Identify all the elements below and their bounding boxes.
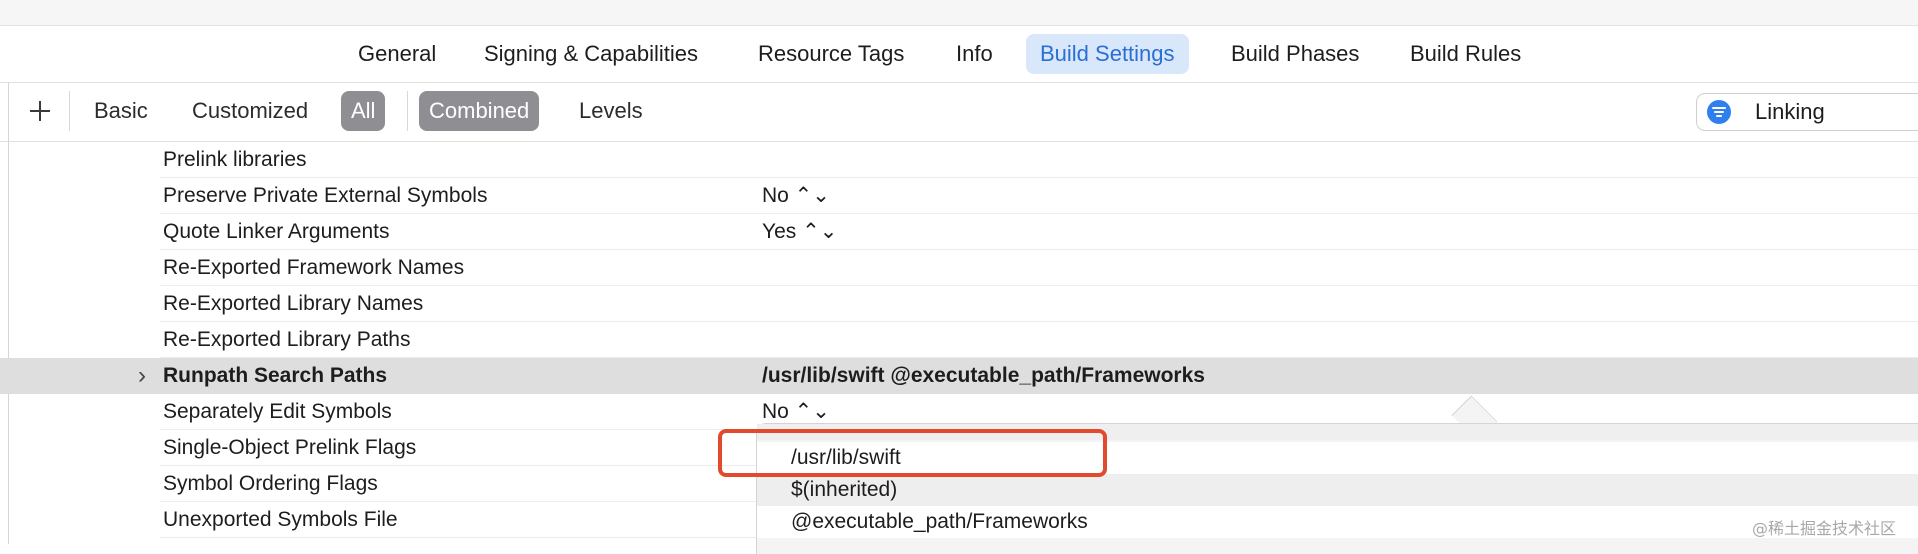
setting-name: Re-Exported Library Names — [163, 292, 424, 315]
path-value: $(inherited) — [791, 478, 898, 501]
divider — [69, 91, 70, 131]
tab-build-rules[interactable]: Build Rules — [1396, 34, 1535, 74]
search-filter-field[interactable]: Linking — [1696, 93, 1918, 131]
table-row[interactable]: Preserve Private External Symbols No ⌃⌄ — [0, 178, 1918, 214]
filter-customized-button[interactable]: Customized — [182, 91, 318, 131]
filter-all-button[interactable]: All — [341, 91, 386, 131]
divider — [407, 91, 408, 131]
table-row[interactable]: Re-Exported Library Paths — [0, 322, 1918, 358]
setting-name: Separately Edit Symbols — [163, 400, 392, 423]
watermark: @稀土掘金技术社区 — [1752, 519, 1897, 538]
setting-name: Unexported Symbols File — [163, 508, 398, 531]
setting-name: Single-Object Prelink Flags — [163, 436, 417, 459]
path-value: @executable_path/Frameworks — [791, 510, 1088, 533]
setting-name: Symbol Ordering Flags — [163, 472, 378, 495]
editor-tab-bar: General Signing & Capabilities Resource … — [0, 26, 1918, 83]
search-input[interactable]: Linking — [1755, 94, 1825, 130]
setting-name: Quote Linker Arguments — [163, 220, 390, 243]
build-settings-filter-bar: Basic Customized All Combined Levels Lin… — [0, 83, 1918, 142]
list-item[interactable]: $(inherited) — [757, 474, 1918, 506]
table-row[interactable]: Quote Linker Arguments Yes ⌃⌄ — [0, 214, 1918, 250]
table-row[interactable]: Re-Exported Library Names — [0, 286, 1918, 322]
table-row-selected[interactable]: › Runpath Search Paths /usr/lib/swift @e… — [0, 358, 1918, 394]
tab-info[interactable]: Info — [942, 34, 1007, 74]
tab-signing-capabilities[interactable]: Signing & Capabilities — [470, 34, 712, 74]
tab-general[interactable]: General — [344, 34, 450, 74]
table-row[interactable]: Prelink libraries — [0, 142, 1918, 178]
tab-build-phases[interactable]: Build Phases — [1217, 34, 1373, 74]
window-top-strip — [0, 0, 1918, 26]
setting-name: Preserve Private External Symbols — [163, 184, 488, 207]
tab-resource-tags[interactable]: Resource Tags — [744, 34, 918, 74]
list-item[interactable]: @executable_path/Frameworks — [757, 506, 1918, 538]
setting-name: Re-Exported Framework Names — [163, 256, 465, 279]
filter-basic-button[interactable]: Basic — [84, 91, 158, 131]
annotation-highlight-box — [718, 429, 1107, 477]
table-row[interactable]: Re-Exported Framework Names — [0, 250, 1918, 286]
setting-name: Prelink libraries — [163, 148, 307, 171]
view-combined-button[interactable]: Combined — [419, 91, 540, 131]
add-setting-button[interactable] — [25, 94, 53, 128]
setting-value-popup[interactable]: No ⌃⌄ — [762, 178, 830, 214]
setting-value-popup[interactable]: Yes ⌃⌄ — [762, 214, 837, 250]
setting-name: Re-Exported Library Paths — [163, 328, 411, 351]
setting-value[interactable]: /usr/lib/swift @executable_path/Framewor… — [762, 358, 1205, 394]
tab-build-settings[interactable]: Build Settings — [1026, 34, 1189, 74]
setting-name: Runpath Search Paths — [163, 364, 388, 387]
filter-icon — [1707, 100, 1731, 124]
disclosure-chevron-icon[interactable]: › — [138, 358, 146, 394]
view-levels-button[interactable]: Levels — [569, 91, 653, 131]
